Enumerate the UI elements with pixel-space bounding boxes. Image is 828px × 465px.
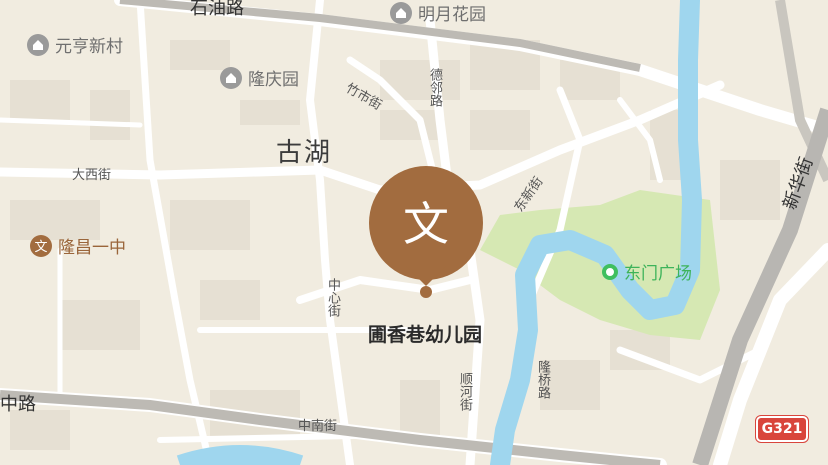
- poi-label: 隆庆园: [248, 70, 299, 90]
- poi-longchang-school[interactable]: 文 隆昌一中: [30, 233, 126, 258]
- poi-longqingyuan[interactable]: 隆庆园: [220, 65, 299, 90]
- building-icon: [27, 33, 49, 56]
- road-label-delin: 德邻路: [427, 68, 442, 107]
- road-label-zhongnan: 中南街: [298, 419, 338, 434]
- poi-dongmen-square[interactable]: 东门广场: [602, 259, 692, 284]
- road-label-shunhe: 顺河街: [457, 372, 472, 411]
- school-icon: 文: [403, 197, 449, 251]
- school-icon: 文: [30, 234, 52, 257]
- district-label: 古湖: [276, 138, 333, 168]
- building-icon: [220, 66, 242, 89]
- poi-yuanheng[interactable]: 元亨新村: [27, 32, 123, 57]
- road-label-longqiao: 隆桥路: [535, 360, 550, 399]
- road-label-zhonglu: 中路: [0, 394, 36, 415]
- selected-place-pin[interactable]: 文: [366, 166, 486, 300]
- highway-shield: G321: [755, 415, 809, 443]
- poi-label: 隆昌一中: [58, 238, 126, 258]
- poi-mingyue[interactable]: 明月花园: [390, 0, 486, 25]
- poi-label: 元亨新村: [55, 37, 123, 57]
- building-icon: [390, 1, 412, 24]
- poi-label: 明月花园: [418, 5, 486, 25]
- road-label-shiyou: 石油路: [190, 0, 244, 19]
- river-south: [176, 445, 304, 465]
- square-icon: [602, 263, 618, 280]
- road-label-zhongxin: 中心街: [325, 278, 340, 317]
- poi-label: 东门广场: [624, 264, 692, 284]
- selected-place-label: 圃香巷幼儿园: [367, 324, 482, 346]
- map-canvas[interactable]: 古湖 元亨新村 隆庆园 明月花园 文 隆昌一中 东门广场 石油路 竹市街 德邻路…: [0, 0, 828, 465]
- road-label-daxi: 大西街: [72, 168, 112, 183]
